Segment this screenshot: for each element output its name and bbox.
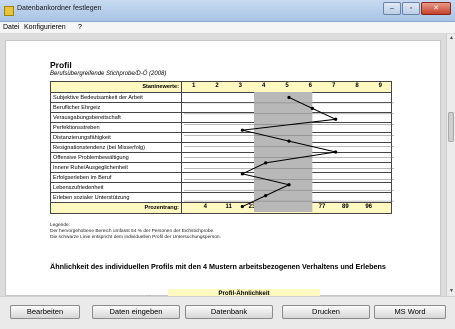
profile-point — [240, 172, 244, 176]
profile-point — [240, 204, 244, 209]
stanine-tick: 3 — [238, 83, 242, 89]
app-icon — [4, 6, 14, 16]
stanine-tick: 8 — [355, 83, 359, 89]
legend-line-2: Die schwarze Linie entspricht dem indivi… — [50, 235, 221, 241]
stanine-tick: 9 — [378, 83, 382, 89]
datenbank-button[interactable]: Datenbank — [185, 305, 273, 319]
profile-row-label: Distanzierungsfähigkeit — [50, 132, 182, 143]
menu-konfigurieren[interactable]: Konfigurieren — [24, 24, 66, 31]
close-button[interactable]: ✕ — [421, 2, 451, 15]
stanine-label: Staninewerte: — [50, 81, 182, 93]
title-bar[interactable]: Datenbankordner festlegen – ▫ ✕ — [0, 0, 455, 22]
report-heading: Profil — [50, 60, 72, 70]
highlight-band — [254, 92, 313, 212]
menu-help[interactable]: ? — [78, 24, 82, 31]
window-title: Datenbankordner festlegen — [17, 5, 102, 12]
profile-point — [264, 161, 268, 165]
document-area: Profil Berufsübergreifende Stichprobe/D-… — [0, 34, 446, 298]
stanine-tick: 5 — [285, 83, 289, 89]
scroll-thumb[interactable] — [448, 112, 454, 142]
drucken-button[interactable]: Drucken — [282, 305, 370, 319]
profile-row-label: Verausgabungsbereitschaft — [50, 112, 182, 123]
profile-row-label: Erfolgserleben im Beruf — [50, 172, 182, 183]
profile-point — [287, 183, 291, 187]
percentile-label: Prozentrang: — [50, 202, 182, 214]
daten-eingeben-button[interactable]: Daten eingeben — [92, 305, 180, 319]
profile-row-label: Beruflicher Ehrgeiz — [50, 102, 182, 113]
profile-row-label: Lebenszufriedenheit — [50, 182, 182, 193]
ms-word-button[interactable]: MS Word — [374, 305, 446, 319]
stanine-tick: 7 — [331, 83, 336, 89]
profile-row-label: Subjektive Bedeutsamkeit der Arbeit — [50, 92, 182, 103]
profile-row-label: Offensive Problembewältigung — [50, 152, 182, 163]
profile-row-label: Perfektionsstreben — [50, 122, 182, 133]
app-window: Datenbankordner festlegen – ▫ ✕ Datei Ko… — [0, 0, 455, 329]
profile-point — [287, 95, 291, 100]
profile-point — [240, 128, 244, 132]
menu-bar: Datei Konfigurieren ? — [0, 22, 455, 34]
profile-row-label: Resignationstendenz (bei Misserfolg) — [50, 142, 182, 153]
stanine-scale: 1 2 3 4 5 6 7 8 9 — [182, 82, 391, 92]
profile-point — [334, 150, 338, 154]
stanine-row: Staninewerte: 1 2 3 4 5 6 7 8 9 — [50, 81, 392, 93]
profile-row-label: Innere Ruhe/Ausgeglichenheit — [50, 162, 182, 173]
report-page: Profil Berufsübergreifende Stichprobe/D-… — [5, 40, 441, 298]
report-subheading: Berufsübergreifende Stichprobe/D-Ö (2008… — [50, 71, 167, 77]
maximize-button[interactable]: ▫ — [402, 2, 420, 15]
profile-chart — [184, 92, 394, 212]
scroll-up-icon[interactable]: ▲ — [447, 34, 455, 43]
stanine-tick: 4 — [261, 83, 266, 89]
legend: Legende: Der hervorgehobene Bereich umfa… — [50, 223, 221, 242]
button-bar: Bearbeiten Daten eingeben Datenbank Druc… — [0, 296, 455, 329]
similarity-heading: Ähnlichkeit des individuellen Profils mi… — [50, 262, 386, 271]
stanine-tick: 2 — [215, 83, 219, 89]
window-controls: – ▫ ✕ — [382, 2, 451, 15]
profile-row-label: Erleben sozialer Unterstützung — [50, 192, 182, 203]
scroll-down-icon[interactable]: ▼ — [447, 287, 455, 296]
vertical-scrollbar[interactable]: ▲ ▼ — [446, 34, 455, 296]
profile-point — [264, 194, 268, 198]
profile-point — [310, 106, 314, 110]
bearbeiten-button[interactable]: Bearbeiten — [10, 305, 80, 319]
profile-point — [334, 117, 338, 121]
stanine-tick: 6 — [308, 83, 312, 89]
profile-point — [287, 139, 291, 143]
menu-datei[interactable]: Datei — [3, 24, 19, 31]
stanine-tick: 1 — [191, 83, 196, 89]
minimize-button[interactable]: – — [383, 2, 401, 15]
